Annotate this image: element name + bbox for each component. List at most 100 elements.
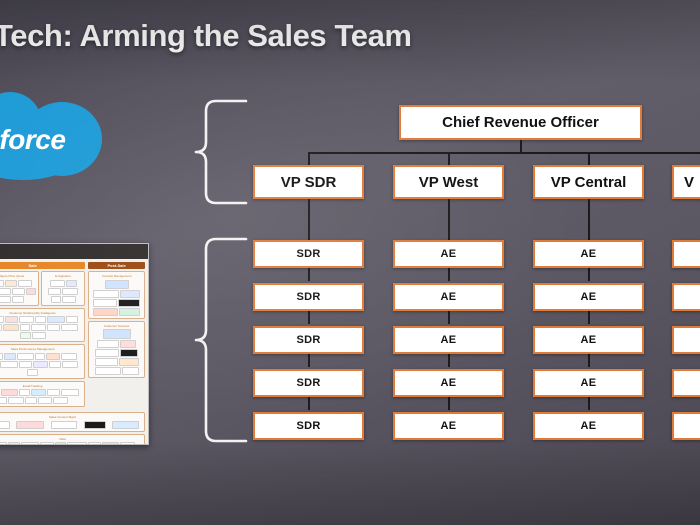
landscape-group-label: Customer Success xyxy=(103,323,130,328)
landscape-column-header: Sale xyxy=(0,262,86,269)
vendor-logo-chip xyxy=(4,352,17,360)
landscape-chip-row xyxy=(0,389,82,404)
org-node-label: SDR xyxy=(296,420,321,432)
vendor-logo-chip xyxy=(53,397,69,404)
org-node-ic[interactable] xyxy=(672,283,700,311)
org-node-ic[interactable]: AE xyxy=(533,326,644,354)
vendor-logo-chip xyxy=(119,442,135,444)
vendor-logo-chip xyxy=(66,442,87,444)
landscape-group: Customer Relationship Intelligence xyxy=(0,307,86,342)
vendor-logo-chip xyxy=(54,442,66,444)
slide-canvas: Tech: Arming the Sales Team lesforce cap… xyxy=(0,0,700,525)
org-node-ic[interactable]: SDR xyxy=(253,283,364,311)
org-node-ic[interactable] xyxy=(672,369,700,397)
landscape-group-label: Configure Price Quote xyxy=(0,274,25,278)
landscape-chip-row xyxy=(0,316,82,339)
org-node-ic[interactable]: AE xyxy=(393,369,504,397)
org-node-label: SDR xyxy=(296,377,321,389)
vendor-logo-chip xyxy=(49,279,65,287)
org-node-ic[interactable]: SDR xyxy=(253,412,364,440)
vendor-logo-chip xyxy=(62,287,79,295)
connector-vp-to-ic xyxy=(308,199,310,240)
vendor-logo-chip xyxy=(97,340,120,348)
landscape-group-label: Sales Content Mgmt xyxy=(48,415,77,419)
org-node-label: AE xyxy=(440,248,457,260)
org-node-ic[interactable]: AE xyxy=(393,412,504,440)
vendor-logo-chip xyxy=(46,324,60,331)
connector-ic-link xyxy=(308,397,310,410)
org-node-ic[interactable]: AE xyxy=(533,240,644,268)
vendor-logo-chip xyxy=(0,360,18,368)
org-node-ic[interactable]: AE xyxy=(533,412,644,440)
vendor-logo-chip xyxy=(47,389,61,396)
vendor-logo-chip xyxy=(66,316,79,323)
vendor-logo-chip xyxy=(30,324,46,331)
connector-vp-to-ic xyxy=(448,199,450,240)
org-node-ic[interactable]: SDR xyxy=(253,369,364,397)
vendor-logo-chip xyxy=(19,389,31,396)
org-node-ic[interactable]: AE xyxy=(393,283,504,311)
org-node-ic[interactable] xyxy=(672,326,700,354)
org-node-ic[interactable]: AE xyxy=(533,369,644,397)
org-node-label: SDR xyxy=(296,291,321,303)
vendor-logo-chip xyxy=(32,360,48,368)
vendor-logo-chip xyxy=(60,324,78,331)
connector-vp-drop xyxy=(308,152,310,165)
org-node-label: AE xyxy=(580,291,597,303)
org-node-vp-fourth[interactable]: V xyxy=(672,165,700,199)
vendor-logo-chip xyxy=(27,368,39,376)
vendor-logo-chip xyxy=(7,442,20,444)
connector-vp-drop xyxy=(448,152,450,165)
vendor-logo-chip xyxy=(101,442,119,444)
connector-ic-link xyxy=(448,268,450,281)
landscape-chip-row xyxy=(0,420,142,429)
vendor-logo-chip xyxy=(19,324,30,331)
org-node-label: VP SDR xyxy=(280,173,337,191)
org-node-ic[interactable] xyxy=(672,240,700,268)
vendor-logo-chip xyxy=(61,360,78,368)
org-node-vp-west[interactable]: VP West xyxy=(393,165,504,199)
org-node-ic[interactable] xyxy=(672,412,700,440)
landscape-group: Configure Price Quote xyxy=(0,271,39,306)
vendor-logo-chip xyxy=(31,332,46,339)
landscape-columns: Sale Configure Price Quote xyxy=(0,259,148,412)
vendor-logo-chip xyxy=(11,287,25,295)
vendor-logo-chip xyxy=(61,352,78,360)
org-node-ic[interactable]: SDR xyxy=(253,326,364,354)
org-node-label: SDR xyxy=(296,334,321,346)
vendor-logo-chip xyxy=(65,279,77,287)
org-node-ic[interactable]: SDR xyxy=(253,240,364,268)
vendor-logo-chip xyxy=(25,397,38,404)
vendor-logo-chip xyxy=(0,295,11,303)
landscape-column-header: Post-Sale xyxy=(88,262,145,269)
org-node-ic[interactable]: AE xyxy=(533,283,644,311)
connector-ic-link xyxy=(448,311,450,324)
vendor-logo-chip xyxy=(50,295,61,303)
org-node-vp-sdr[interactable]: VP SDR xyxy=(253,165,364,199)
vendor-logo-chip xyxy=(0,420,10,429)
org-node-label: AE xyxy=(580,377,597,389)
org-node-chief-revenue-officer[interactable]: Chief Revenue Officer xyxy=(399,105,642,140)
org-node-ic[interactable]: AE xyxy=(393,240,504,268)
connector-ic-link xyxy=(588,311,590,324)
org-node-vp-central[interactable]: VP Central xyxy=(533,165,644,199)
vendor-logo-chip xyxy=(120,289,141,298)
landscape-group: Sales Performance Management xyxy=(0,344,86,379)
vendor-logo-chip xyxy=(93,307,119,316)
landscape-group: Data xyxy=(0,433,145,444)
vendor-logo-chip xyxy=(38,397,53,404)
vendor-logo-chip xyxy=(102,329,131,339)
vendor-logo-chip xyxy=(0,324,2,331)
vendor-logo-chip xyxy=(0,287,11,295)
vendor-logo-chip xyxy=(0,397,8,404)
landscape-column-post-sale: Post-Sale Contract Management Customer S xyxy=(88,262,145,409)
vendor-logo-chip xyxy=(35,352,46,360)
salesforce-logo: lesforce xyxy=(0,88,113,180)
org-node-ic[interactable]: AE xyxy=(393,326,504,354)
landscape-group-label: Email Tracking xyxy=(22,383,43,388)
vendor-logo-chip xyxy=(39,442,54,444)
vendor-logo-chip xyxy=(50,420,77,429)
org-node-label: AE xyxy=(580,420,597,432)
landscape-group: Sales Content Mgmt xyxy=(0,412,145,432)
landscape-titlebar: cape xyxy=(0,244,148,259)
